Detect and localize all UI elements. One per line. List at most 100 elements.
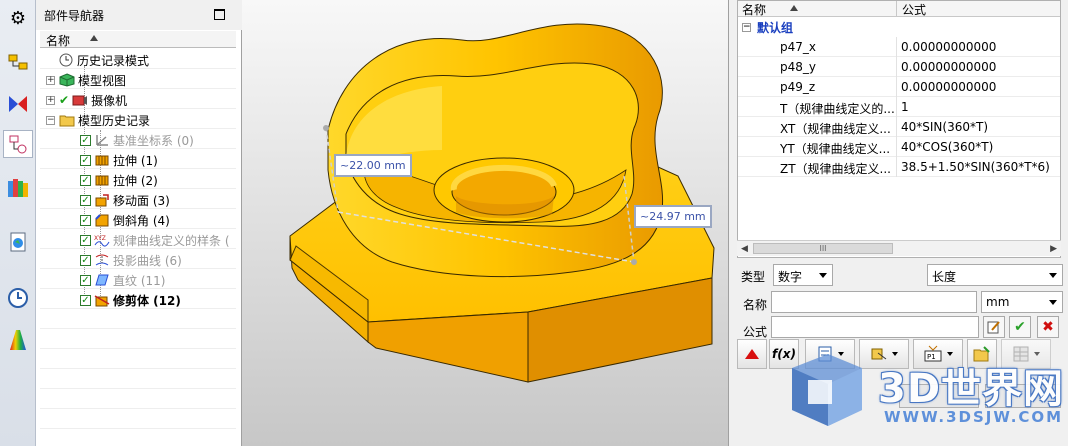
part-navigator-icon[interactable] xyxy=(3,130,33,158)
scroll-left-icon[interactable]: ◀ xyxy=(741,244,748,254)
expression-group-default[interactable]: − 默认组 xyxy=(742,19,793,36)
expand-icon[interactable]: + xyxy=(46,75,55,85)
visibility-checkbox[interactable]: ✓ xyxy=(80,254,91,266)
visibility-checkbox[interactable]: ✓ xyxy=(80,234,91,246)
column-name-header: 名称 xyxy=(742,3,767,17)
dimensionality-select-value: 长度 xyxy=(932,270,957,284)
expression-formula: 38.5+1.50*SIN(360*T*6) xyxy=(901,160,1050,174)
feature-extrude-1[interactable]: ✓ 拉伸 (1) xyxy=(80,150,158,170)
tree-item-label: 模型视图 xyxy=(78,73,127,88)
visibility-checkbox[interactable]: ✓ xyxy=(80,194,91,206)
expressions-table[interactable]: 名称 公式 − 默认组 p47_x 0.00000000000 p48_y 0.… xyxy=(737,0,1061,258)
tree-item-model-history[interactable]: − 模型历史记录 xyxy=(46,110,150,130)
visibility-checkbox[interactable]: ✓ xyxy=(80,174,91,186)
type-select-value: 数字 xyxy=(778,270,803,284)
project-curve-icon xyxy=(94,253,110,267)
feature-project-curve[interactable]: ✓ 投影曲线 (6) xyxy=(80,250,182,270)
collapse-icon[interactable]: − xyxy=(46,115,55,125)
visibility-checkbox[interactable]: ✓ xyxy=(80,154,91,166)
scroll-right-icon[interactable]: ▶ xyxy=(1050,244,1057,254)
delete-button[interactable] xyxy=(737,339,767,369)
accept-edit-button[interactable]: ✔ xyxy=(1009,316,1031,338)
feature-chamfer[interactable]: ✓ 倒斜角 (4) xyxy=(80,210,170,230)
feature-datum-csys[interactable]: ✓ 基准坐标系 (0) xyxy=(80,130,194,150)
history-icon[interactable] xyxy=(4,284,32,312)
expression-name: YT（规律曲线定义... xyxy=(780,142,891,156)
close-icon: ✖ xyxy=(1042,319,1054,335)
tree-item-label: 投影曲线 (6) xyxy=(113,253,182,268)
chevron-down-icon xyxy=(1049,300,1057,305)
feature-trim-body[interactable]: ✓ 修剪体 (12) xyxy=(80,290,181,310)
tree-item-label: 移动面 (3) xyxy=(113,193,170,208)
navigator-column-header[interactable]: 名称 xyxy=(40,31,236,48)
folder-icon xyxy=(59,113,75,127)
sort-ascending-icon[interactable] xyxy=(790,5,798,11)
visibility-checkbox[interactable]: ✓ xyxy=(80,214,91,226)
visibility-checkbox[interactable]: ✓ xyxy=(80,274,91,286)
reuse-library-icon[interactable] xyxy=(4,174,32,202)
expression-row[interactable]: T（规律曲线定义的... 1 xyxy=(738,97,1060,117)
name-input[interactable] xyxy=(771,291,977,313)
trim-body-icon xyxy=(94,293,110,307)
expression-formula: 0.00000000000 xyxy=(901,60,997,74)
visibility-checkbox[interactable]: ✓ xyxy=(80,134,91,146)
expression-row[interactable]: XT（规律曲线定义... 40*SIN(360*T) xyxy=(738,117,1060,137)
svg-text:XYZ: XYZ xyxy=(94,235,106,242)
graphics-viewport[interactable]: ~22.00 mm ~24.97 mm xyxy=(242,0,728,446)
feature-extrude-2[interactable]: ✓ 拉伸 (2) xyxy=(80,170,158,190)
tree-item-camera[interactable]: + ✔ 摄像机 xyxy=(46,90,127,110)
chevron-down-icon xyxy=(819,273,827,278)
edit-icon xyxy=(987,321,1000,334)
horizontal-scrollbar[interactable]: ◀ III ▶ xyxy=(737,240,1061,256)
expand-icon[interactable]: + xyxy=(46,95,55,105)
watermark-url: WWW.3DSJW.COM xyxy=(884,408,1064,426)
edit-formula-button[interactable] xyxy=(983,316,1005,338)
tree-item-model-views[interactable]: + 模型视图 xyxy=(46,70,126,90)
maximize-icon[interactable] xyxy=(214,9,225,20)
feature-law-curve-spline[interactable]: ✓ XYZ 规律曲线定义的样条 ( xyxy=(80,230,230,250)
expression-name: p48_y xyxy=(780,60,816,74)
constraint-navigator-icon[interactable] xyxy=(4,90,32,118)
datum-csys-icon xyxy=(94,133,110,147)
expression-name: ZT（规律曲线定义... xyxy=(780,162,891,176)
gear-icon[interactable]: ⚙ xyxy=(4,4,32,32)
visibility-checkbox[interactable]: ✓ xyxy=(80,294,91,306)
expression-row[interactable]: ZT（规律曲线定义... 38.5+1.50*SIN(360*T*6) xyxy=(738,157,1060,177)
type-select[interactable]: 数字 xyxy=(773,264,833,286)
feature-ruled[interactable]: ✓ 直纹 (11) xyxy=(80,270,165,290)
tree-item-label: 规律曲线定义的样条 ( xyxy=(113,233,230,248)
roles-icon[interactable] xyxy=(4,326,32,354)
assembly-navigator-icon[interactable] xyxy=(4,48,32,76)
formula-label: 公式 xyxy=(743,325,768,339)
expression-row[interactable]: p48_y 0.00000000000 xyxy=(738,57,1060,77)
checkmark-icon: ✔ xyxy=(59,93,70,107)
chevron-down-icon xyxy=(1049,273,1057,278)
dimensionality-select[interactable]: 长度 xyxy=(927,264,1063,286)
feature-move-face[interactable]: ✓ 移动面 (3) xyxy=(80,190,170,210)
expression-formula: 40*COS(360*T) xyxy=(901,140,994,154)
sort-ascending-icon[interactable] xyxy=(90,35,98,41)
expression-row[interactable]: YT（规律曲线定义... 40*COS(360*T) xyxy=(738,137,1060,157)
web-browser-icon[interactable] xyxy=(4,228,32,256)
collapse-icon[interactable]: − xyxy=(742,23,751,32)
triangle-up-icon xyxy=(745,349,759,359)
tree-item-history-mode[interactable]: 历史记录模式 xyxy=(58,50,149,70)
expressions-table-header[interactable]: 名称 公式 xyxy=(738,1,1060,17)
tree-item-label: 拉伸 (1) xyxy=(113,153,158,168)
check-icon: ✔ xyxy=(1014,319,1026,335)
scrollbar-thumb[interactable]: III xyxy=(753,243,893,254)
unit-select[interactable]: mm xyxy=(981,291,1063,313)
dimension-label-1[interactable]: ~22.00 mm xyxy=(334,154,412,177)
reject-edit-button[interactable]: ✖ xyxy=(1037,316,1059,338)
tree-item-label: 倒斜角 (4) xyxy=(113,213,170,228)
dimension-label-2[interactable]: ~24.97 mm xyxy=(634,205,712,228)
tree-item-label: 拉伸 (2) xyxy=(113,173,158,188)
expression-row[interactable]: p47_x 0.00000000000 xyxy=(738,37,1060,57)
name-label: 名称 xyxy=(743,298,768,312)
chamfer-icon xyxy=(94,213,110,227)
watermark-brand: 3D世界网 xyxy=(878,366,1065,412)
tree-item-label: 修剪体 (12) xyxy=(113,293,181,308)
tree-item-label: 直纹 (11) xyxy=(113,273,166,288)
expression-row[interactable]: p49_z 0.00000000000 xyxy=(738,77,1060,97)
formula-input[interactable] xyxy=(771,316,979,338)
